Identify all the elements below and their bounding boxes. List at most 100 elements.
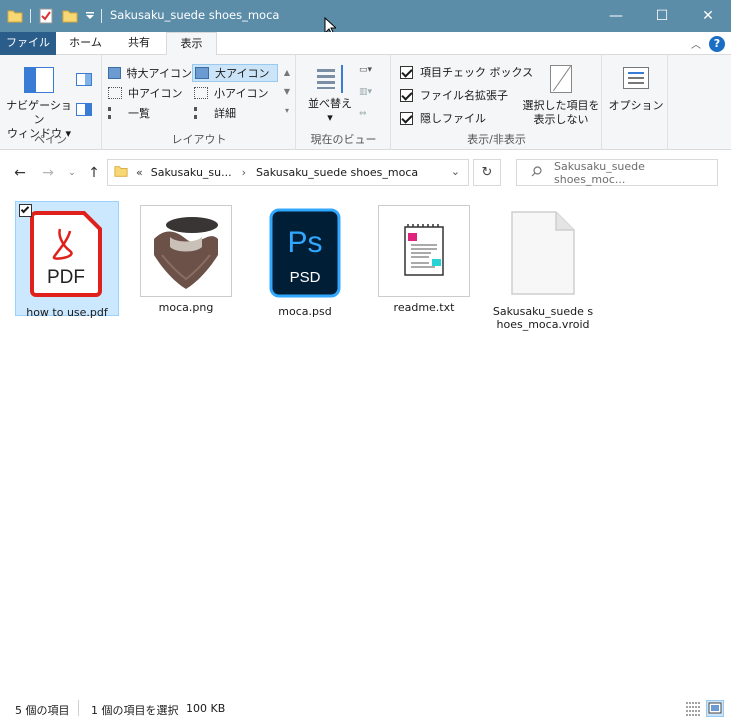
hidden-items-toggle[interactable]: 隠しファイル [400,109,486,127]
small-icons-icon [194,87,208,99]
layout-large-icons[interactable]: 大アイコン [192,64,278,82]
tab-home[interactable]: ホーム [58,32,113,55]
layout-details-label: 詳細 [214,107,236,120]
folder-icon [114,164,128,181]
file-extension-checkbox[interactable] [400,88,413,102]
file-name: moca.psd [278,305,332,318]
psd-badge-top: Ps [287,226,322,259]
window-controls: — ☐ ✕ [593,0,731,32]
item-checkbox-label: 項目チェック ボックス [420,66,534,79]
item-count: 5 個の項目 [15,704,70,717]
new-folder-icon[interactable] [61,7,79,25]
current-view-group-label: 現在のビュー [310,133,377,146]
toolbar-separator [101,9,102,23]
refresh-button[interactable]: ↻ [473,159,501,186]
address-bar[interactable]: « Sakusaku_su... › Sakusaku_suede shoes_… [107,159,469,186]
sort-by-icon [315,65,345,93]
file-item[interactable]: moca.png [134,201,238,316]
details-pane-icon[interactable] [76,103,92,116]
customize-toolbar-icon[interactable] [85,7,95,25]
pane-group: ナビゲーション ウィンドウ ▾ ペイン [0,55,102,150]
ribbon-tabs: ファイル ホーム 共有 表示 ︿ ? [0,32,731,56]
selection-size: 100 KB [186,702,226,715]
minimize-button[interactable]: — [593,0,639,32]
collapse-ribbon-icon[interactable]: ︿ [691,36,701,51]
item-checkbox[interactable] [19,204,32,217]
sort-by-button[interactable]: 並べ替え ▾ [305,63,355,125]
layout-details[interactable]: 詳細 [194,104,278,122]
hide-selected-button[interactable]: 選択した項目を 表示しない [522,63,600,127]
tab-share[interactable]: 共有 [114,32,164,55]
options-button[interactable]: オプション [607,65,665,113]
add-columns-icon[interactable]: ▥▾ [359,87,383,101]
psd-file-icon: Ps PSD [257,205,353,301]
layout-small-label: 小アイコン [214,87,269,100]
folder-icon [6,7,24,25]
ribbon: ナビゲーション ウィンドウ ▾ ペイン 特大アイコン 大アイコン 中アイコン 小… [0,55,731,150]
txt-thumbnail [378,205,470,297]
tab-view[interactable]: 表示 [166,32,217,56]
breadcrumb-separator-icon[interactable]: › [242,166,246,179]
recent-locations-button[interactable]: ⌄ [62,163,82,183]
medium-icons-icon [108,87,122,99]
file-item[interactable]: Ps PSD moca.psd [253,201,357,318]
navigation-pane-button[interactable]: ナビゲーション ウィンドウ ▾ [4,63,74,141]
generic-file-icon [495,205,591,301]
hidden-items-checkbox[interactable] [400,111,413,125]
hide-selected-label-1: 選択した項目を [522,99,600,112]
large-icons-icon [195,67,209,79]
show-hide-group-label: 表示/非表示 [467,133,526,146]
address-dropdown-icon[interactable]: ⌄ [451,165,460,178]
layout-group: 特大アイコン 大アイコン 中アイコン 小アイコン 一覧 詳細 ▲ ▼ ▾ レイアウト [103,55,296,150]
search-placeholder: Sakusaku_suede shoes_moc... [554,159,645,186]
back-button[interactable]: ← [10,163,30,183]
quick-access-toolbar [6,6,108,26]
search-box[interactable]: Sakusaku_suede shoes_moc... [516,159,718,186]
close-button[interactable]: ✕ [685,0,731,32]
layout-extra-large-icons[interactable]: 特大アイコン [108,64,192,82]
address-prefix[interactable]: « [136,166,143,179]
details-view-icon[interactable] [684,700,702,717]
breadcrumb-parent[interactable]: Sakusaku_su... [151,166,232,179]
large-icons-view-icon[interactable] [706,700,724,717]
file-name: moca.png [158,301,214,314]
breadcrumb-current[interactable]: Sakusaku_suede shoes_moca [256,166,418,179]
file-name: readme.txt [393,301,455,314]
layout-scroll[interactable]: ▲ ▼ ▾ [281,63,293,123]
file-extension-label: ファイル名拡張子 [420,89,508,102]
preview-pane-icon[interactable] [76,73,92,86]
help-icon[interactable]: ? [709,36,725,52]
title-bar: Sakusaku_suede shoes_moca — ☐ ✕ [0,0,731,32]
file-item[interactable]: Sakusaku_suede shoes_moca.vroid [491,201,595,351]
tab-file[interactable]: ファイル [0,32,56,55]
item-checkbox-checkbox[interactable] [400,65,413,79]
forward-button[interactable]: → [38,163,58,183]
pdf-badge: PDF [47,267,85,288]
show-hide-group: 項目チェック ボックス ファイル名拡張子 隠しファイル 選択した項目を 表示しな… [392,55,602,150]
layout-list-label: 一覧 [128,107,150,120]
file-name: Sakusaku_suede shoes_moca.vroid [492,305,594,331]
file-item[interactable]: PDF how to use.pdf [15,201,119,319]
selection-info: 1 個の項目を選択 [91,704,179,717]
file-extension-toggle[interactable]: ファイル名拡張子 [400,86,508,104]
hide-selected-icon [550,65,572,93]
maximize-button[interactable]: ☐ [639,0,685,32]
hidden-items-label: 隠しファイル [420,112,486,125]
up-button[interactable]: ↑ [84,163,104,183]
group-by-icon[interactable]: ▭▾ [359,65,383,79]
current-view-group: 並べ替え ▾ ▭▾ ▥▾ ⇔ 現在のビュー [297,55,391,150]
layout-list[interactable]: 一覧 [108,104,192,122]
pane-group-label: ペイン [34,133,67,146]
file-item[interactable]: readme.txt [372,201,476,316]
layout-small-icons[interactable]: 小アイコン [194,84,278,102]
layout-medium-label: 中アイコン [128,87,183,100]
hide-selected-label-2: 表示しない [533,113,589,126]
properties-icon[interactable] [37,7,55,25]
pdf-file-icon: PDF [19,206,115,302]
size-columns-icon[interactable]: ⇔ [359,109,383,123]
item-checkbox-toggle[interactable]: 項目チェック ボックス [400,63,533,81]
toolbar-separator [30,9,31,23]
window-title: Sakusaku_suede shoes_moca [110,8,280,22]
layout-medium-icons[interactable]: 中アイコン [108,84,192,102]
layout-extra-large-label: 特大アイコン [126,67,192,80]
